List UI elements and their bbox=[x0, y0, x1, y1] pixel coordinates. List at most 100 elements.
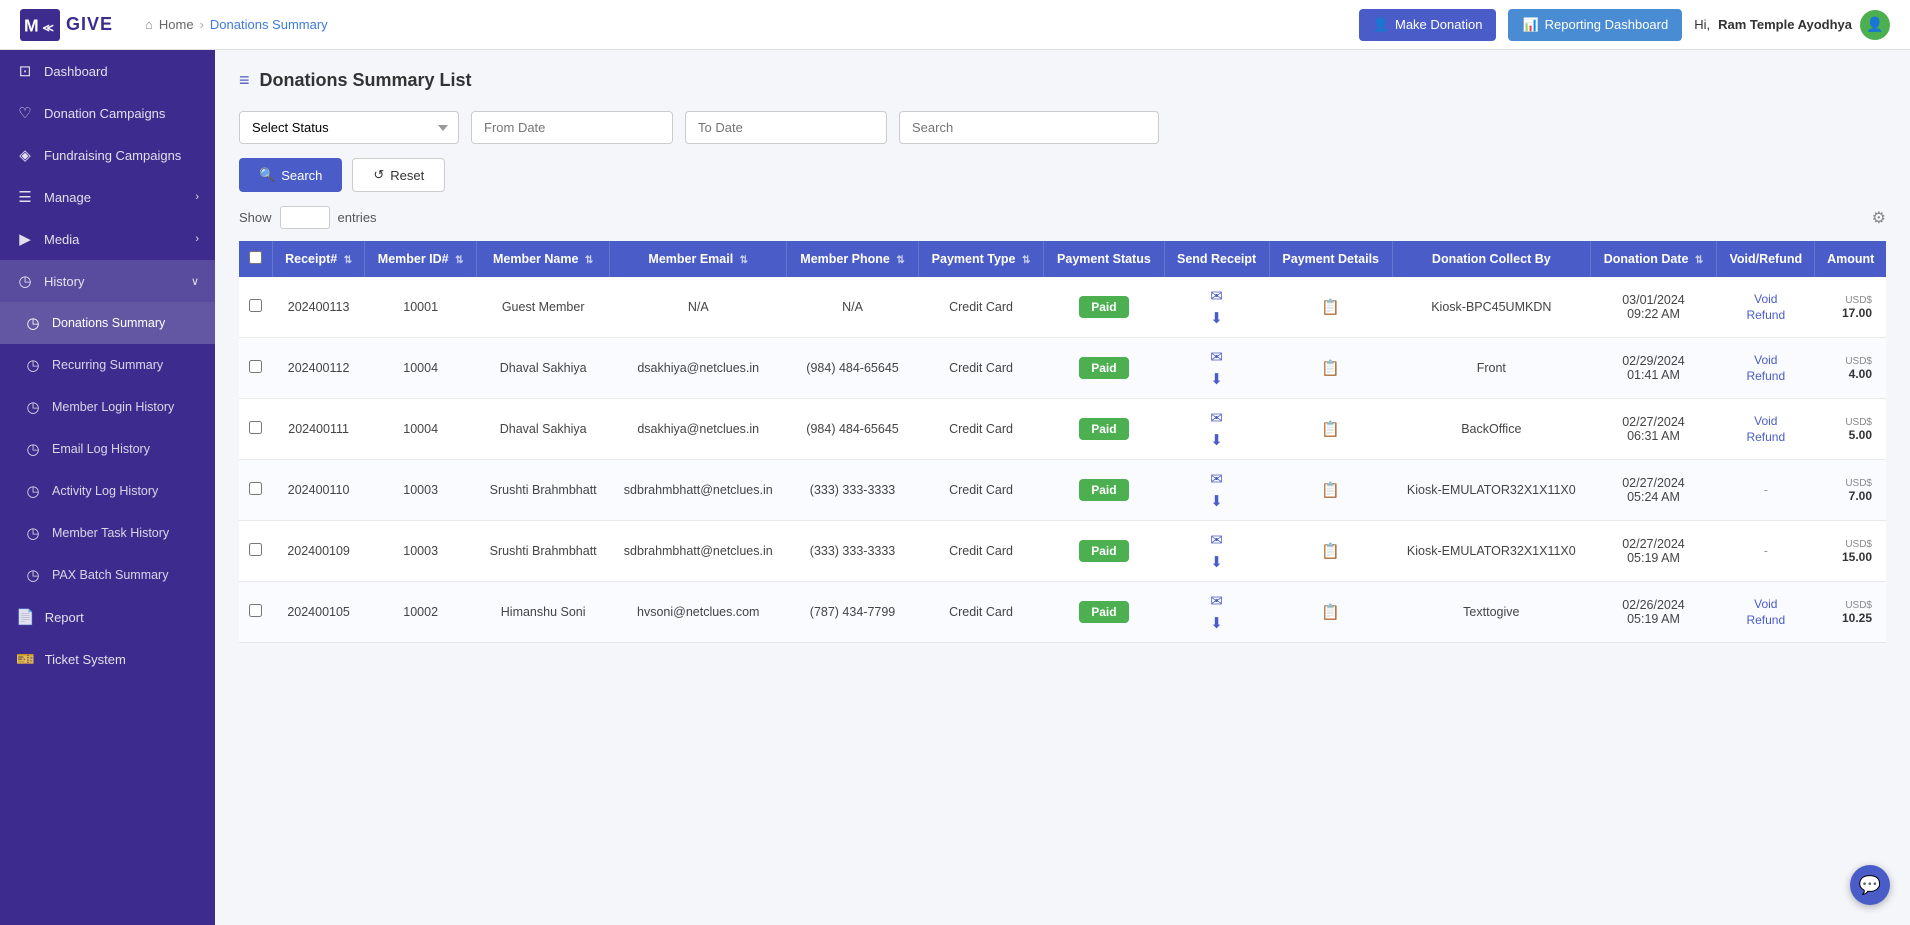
header-payment-status[interactable]: Payment Status bbox=[1044, 241, 1164, 277]
download-icon[interactable]: ⬇ bbox=[1210, 553, 1223, 571]
select-all-checkbox[interactable] bbox=[249, 251, 262, 264]
email-icon[interactable]: ✉ bbox=[1210, 287, 1223, 305]
sidebar-item-ticket-system[interactable]: 🎫 Ticket System bbox=[0, 638, 215, 680]
to-date-input[interactable] bbox=[685, 111, 887, 144]
row-send-receipt: ✉ ⬇ bbox=[1164, 399, 1269, 460]
download-icon[interactable]: ⬇ bbox=[1210, 370, 1223, 388]
amount-value: 4.00 bbox=[1825, 367, 1872, 381]
breadcrumb-current: Donations Summary bbox=[210, 17, 328, 32]
amount-currency: USD$ bbox=[1825, 478, 1872, 489]
document-icon[interactable]: 📋 bbox=[1321, 421, 1340, 438]
show-entries-label: Show bbox=[239, 210, 272, 225]
payment-status-badge: Paid bbox=[1079, 296, 1128, 318]
from-date-input[interactable] bbox=[471, 111, 673, 144]
sidebar-item-report[interactable]: 📄 Report bbox=[0, 596, 215, 638]
download-icon[interactable]: ⬇ bbox=[1210, 431, 1223, 449]
refund-link[interactable]: Refund bbox=[1746, 430, 1785, 444]
void-link[interactable]: Void bbox=[1754, 414, 1777, 428]
sidebar-item-member-task-history[interactable]: ◷ Member Task History bbox=[0, 512, 215, 554]
void-link[interactable]: Void bbox=[1754, 597, 1777, 611]
header-member-phone[interactable]: Member Phone ⇅ bbox=[787, 241, 919, 277]
sidebar-item-dashboard[interactable]: ⊡ Dashboard bbox=[0, 50, 215, 92]
document-icon[interactable]: 📋 bbox=[1321, 604, 1340, 621]
chat-bubble-button[interactable]: 💬 bbox=[1850, 865, 1890, 905]
sidebar: ⊡ Dashboard ♡ Donation Campaigns ◈ Fundr… bbox=[0, 50, 215, 925]
row-receipt: 202400113 bbox=[273, 277, 365, 338]
sidebar-item-media[interactable]: ▶ Media › bbox=[0, 218, 215, 260]
email-log-icon: ◷ bbox=[24, 440, 42, 458]
download-icon[interactable]: ⬇ bbox=[1210, 492, 1223, 510]
header-payment-details: Payment Details bbox=[1269, 241, 1392, 277]
void-refund-actions: Void Refund bbox=[1727, 414, 1805, 444]
row-checkbox[interactable] bbox=[249, 299, 262, 312]
task-history-icon: ◷ bbox=[24, 524, 42, 542]
row-payment-status: Paid bbox=[1044, 277, 1164, 338]
email-icon[interactable]: ✉ bbox=[1210, 348, 1223, 366]
sidebar-item-history[interactable]: ◷ History ∨ bbox=[0, 260, 215, 302]
row-checkbox[interactable] bbox=[249, 604, 262, 617]
refund-link[interactable]: Refund bbox=[1746, 613, 1785, 627]
refund-link[interactable]: Refund bbox=[1746, 308, 1785, 322]
header-donation-collect-by[interactable]: Donation Collect By bbox=[1392, 241, 1590, 277]
email-icon[interactable]: ✉ bbox=[1210, 531, 1223, 549]
search-input[interactable] bbox=[899, 111, 1159, 144]
void-refund-dash: - bbox=[1764, 483, 1768, 497]
email-icon[interactable]: ✉ bbox=[1210, 409, 1223, 427]
table-body: 202400113 10001 Guest Member N/A N/A Cre… bbox=[239, 277, 1886, 643]
row-checkbox[interactable] bbox=[249, 421, 262, 434]
amount-currency: USD$ bbox=[1825, 295, 1872, 306]
make-donation-button[interactable]: 👤 Make Donation bbox=[1359, 9, 1497, 41]
row-checkbox[interactable] bbox=[249, 482, 262, 495]
header-member-name[interactable]: Member Name ⇅ bbox=[477, 241, 610, 277]
void-link[interactable]: Void bbox=[1754, 292, 1777, 306]
sidebar-item-donations-summary[interactable]: ◷ Donations Summary bbox=[0, 302, 215, 344]
make-donation-icon: 👤 bbox=[1373, 17, 1389, 33]
void-link[interactable]: Void bbox=[1754, 353, 1777, 367]
header-receipt[interactable]: Receipt# ⇅ bbox=[273, 241, 365, 277]
sidebar-item-member-login-history[interactable]: ◷ Member Login History bbox=[0, 386, 215, 428]
reset-button[interactable]: ↺ Reset bbox=[352, 158, 445, 192]
logo[interactable]: M ≪ GIVE bbox=[20, 7, 113, 43]
document-icon[interactable]: 📋 bbox=[1321, 299, 1340, 316]
row-member-name: Srushti Brahmbhatt bbox=[477, 460, 610, 521]
row-send-receipt: ✉ ⬇ bbox=[1164, 277, 1269, 338]
row-payment-status: Paid bbox=[1044, 460, 1164, 521]
entries-count-input[interactable]: 10 bbox=[280, 206, 330, 229]
row-amount: USD$ 5.00 bbox=[1815, 399, 1886, 460]
activity-log-icon: ◷ bbox=[24, 482, 42, 500]
avatar[interactable]: 👤 bbox=[1860, 10, 1890, 40]
sidebar-item-donation-campaigns[interactable]: ♡ Donation Campaigns bbox=[0, 92, 215, 134]
document-icon[interactable]: 📋 bbox=[1321, 482, 1340, 499]
sidebar-item-recurring-summary[interactable]: ◷ Recurring Summary bbox=[0, 344, 215, 386]
email-icon[interactable]: ✉ bbox=[1210, 592, 1223, 610]
document-icon[interactable]: 📋 bbox=[1321, 543, 1340, 560]
row-checkbox[interactable] bbox=[249, 543, 262, 556]
refund-link[interactable]: Refund bbox=[1746, 369, 1785, 383]
document-icon[interactable]: 📋 bbox=[1321, 360, 1340, 377]
search-button[interactable]: 🔍 Search bbox=[239, 158, 342, 192]
header-payment-type[interactable]: Payment Type ⇅ bbox=[918, 241, 1043, 277]
header-member-email[interactable]: Member Email ⇅ bbox=[610, 241, 787, 277]
row-payment-type: Credit Card bbox=[918, 460, 1043, 521]
download-icon[interactable]: ⬇ bbox=[1210, 614, 1223, 632]
header-member-id[interactable]: Member ID# ⇅ bbox=[365, 241, 477, 277]
row-checkbox-cell bbox=[239, 460, 273, 521]
sidebar-item-activity-log-history[interactable]: ◷ Activity Log History bbox=[0, 470, 215, 512]
sidebar-item-manage[interactable]: ☰ Manage › bbox=[0, 176, 215, 218]
amount-currency: USD$ bbox=[1825, 417, 1872, 428]
sidebar-item-email-log-history[interactable]: ◷ Email Log History bbox=[0, 428, 215, 470]
send-receipt-icons: ✉ ⬇ bbox=[1174, 470, 1259, 510]
row-send-receipt: ✉ ⬇ bbox=[1164, 582, 1269, 643]
row-amount: USD$ 17.00 bbox=[1815, 277, 1886, 338]
home-icon: ⌂ bbox=[145, 17, 153, 32]
breadcrumb-home[interactable]: Home bbox=[159, 17, 194, 32]
gear-icon[interactable]: ⚙ bbox=[1872, 210, 1886, 227]
download-icon[interactable]: ⬇ bbox=[1210, 309, 1223, 327]
row-checkbox[interactable] bbox=[249, 360, 262, 373]
sidebar-item-fundraising-campaigns[interactable]: ◈ Fundraising Campaigns bbox=[0, 134, 215, 176]
sidebar-item-pax-batch-summary[interactable]: ◷ PAX Batch Summary bbox=[0, 554, 215, 596]
header-donation-date[interactable]: Donation Date ⇅ bbox=[1590, 241, 1716, 277]
email-icon[interactable]: ✉ bbox=[1210, 470, 1223, 488]
reporting-dashboard-button[interactable]: 📊 Reporting Dashboard bbox=[1508, 9, 1682, 41]
status-filter[interactable]: Select Status bbox=[239, 111, 459, 144]
